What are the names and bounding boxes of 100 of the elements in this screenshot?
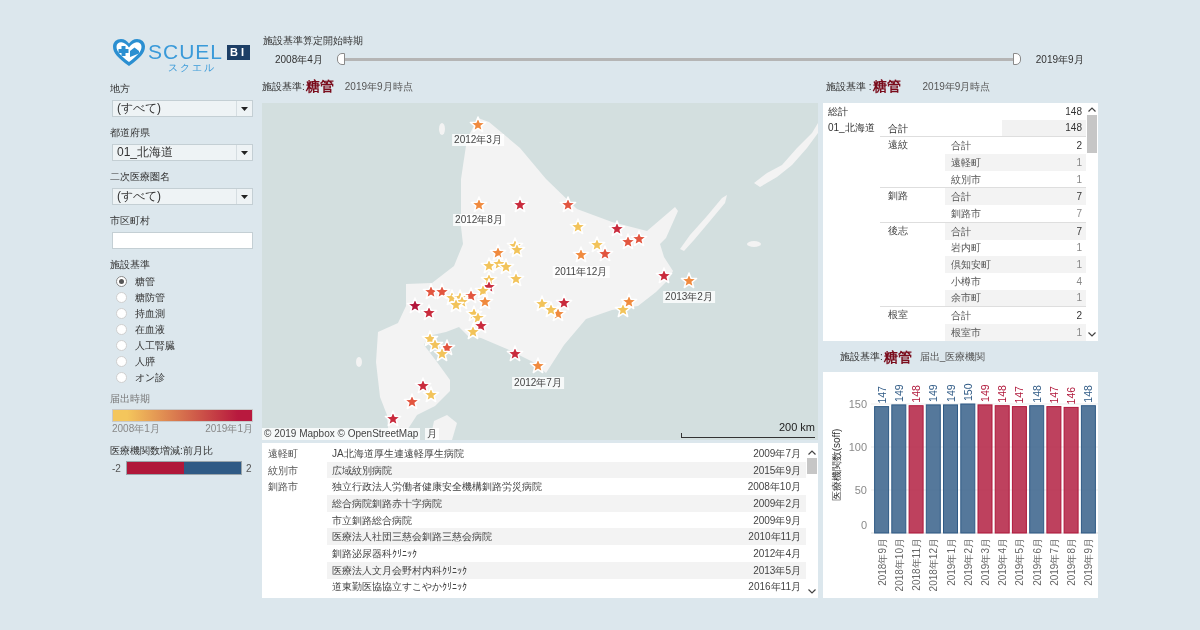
row-label-cell-text: 総計 [827, 104, 848, 119]
radio-option[interactable]: 持血測 [110, 305, 165, 321]
axis-category-label: 2019年5月 [1014, 538, 1026, 586]
radio-icon[interactable] [116, 355, 127, 367]
scrollbar-thumb[interactable] [807, 458, 817, 474]
map-date-label: 2012年8月 [453, 214, 505, 226]
bar-value-label: 149 [892, 384, 905, 402]
count-cell-text: 1 [1076, 258, 1082, 273]
axis-category-label: 2018年12月 [928, 538, 940, 592]
filter-label: 都道府県 [110, 126, 151, 140]
legend-title: 医療機関数増減:前月比 [110, 444, 214, 458]
bar-value-label: 150 [961, 383, 974, 401]
count-cell-text: 1 [1076, 172, 1082, 187]
radio-option[interactable]: 糖管 [110, 273, 155, 289]
slider-value-label: 2008年4月 [275, 52, 323, 67]
radio-option[interactable]: 人工腎臓 [110, 337, 175, 353]
city-cell-text: 釧路市 [267, 480, 299, 495]
radio-icon[interactable] [116, 307, 127, 319]
row-label-cell-text: 合計 [951, 190, 971, 205]
filter-label: 市区町村 [110, 214, 151, 228]
count-cell-text: 2 [1076, 309, 1082, 324]
bar-value-label: 147 [875, 386, 888, 404]
facility-name-cell-text: 釧路泌尿器科ｸﾘﾆｯｸ [332, 546, 417, 561]
axis-category-label: 2019年2月 [962, 538, 974, 586]
count-cell-text: 1 [1076, 155, 1082, 170]
header-value: 糖管 [872, 78, 901, 94]
radio-option[interactable]: 在血液 [110, 321, 165, 337]
count-cell-text: 7 [1076, 206, 1082, 221]
facility-name-cell-text: 広域紋別病院 [332, 463, 392, 478]
date-cell-text: 2015年9月 [753, 463, 801, 478]
row-label-cell-text: 岩内町 [951, 241, 981, 256]
bar-value-label: 148 [910, 385, 923, 403]
row-label-cell-text: 遠軽町 [951, 155, 981, 170]
row-label-cell-text: 合計 [951, 139, 971, 154]
radio-icon[interactable] [116, 323, 127, 335]
scrollbar-thumb[interactable] [1087, 115, 1097, 153]
scroll-up-icon[interactable] [808, 450, 816, 455]
axis-tick-label: 50 [854, 484, 867, 496]
dropdown[interactable]: 01_北海道 [112, 144, 253, 161]
header-note: 2019年9月時点 [344, 79, 413, 94]
count-cell: 148 [1002, 119, 1086, 137]
bar-value-label: 149 [927, 384, 940, 402]
date-cell-text: 2010年11月 [748, 530, 801, 545]
row-label-cell-text: 根室市 [951, 325, 981, 340]
axis-title: 医療機関数(soff) [831, 428, 842, 502]
count-cell-text: 4 [1076, 274, 1082, 289]
axis-category-label: 2019年6月 [1031, 538, 1043, 586]
logo-wordmark: SCUEL [148, 41, 224, 62]
caret-icon [241, 150, 248, 155]
header-label: 施設基準: [262, 79, 305, 94]
row-label-cell-text: 釧路 [887, 189, 909, 204]
axis-category-label: 2019年3月 [980, 538, 991, 586]
axis-category-label: 2019年7月 [1048, 538, 1060, 586]
text-input-field[interactable] [112, 232, 253, 249]
scroll-down-icon[interactable] [808, 589, 816, 594]
axis-tick-label: 150 [848, 398, 867, 410]
bar-value-label: 148 [1082, 385, 1095, 403]
date-cell-text: 2009年2月 [753, 496, 801, 511]
scroll-up-icon[interactable] [1088, 107, 1096, 112]
header-note: 届出_医療機関 [919, 350, 986, 364]
axis-tick-label: 0 [860, 519, 867, 531]
dropdown[interactable]: (すべて) [112, 100, 253, 117]
island-drawing [439, 123, 445, 135]
radio-option[interactable]: 糖防管 [110, 289, 165, 305]
scale-label: 200 km [778, 421, 815, 433]
radio-option[interactable]: オン診 [110, 369, 165, 385]
filter-label: 施設基準 [110, 258, 151, 272]
legend-label: 2 [246, 461, 252, 476]
scroll-down-icon[interactable] [1088, 332, 1096, 337]
row-label-cell-text: 根室 [887, 308, 909, 323]
row-label-cell-text: 釧路市 [951, 206, 981, 221]
island-drawing [356, 357, 362, 367]
bar-value-label: 146 [1065, 386, 1078, 405]
dropdown[interactable]: (すべて) [112, 188, 253, 205]
map-attribution: © 2019 Mapbox © OpenStreetMap [262, 428, 421, 440]
row-label-cell-text: 合計 [951, 309, 971, 324]
row-label-cell-text: 後志 [887, 223, 909, 238]
facility-name-cell-text: 市立釧路総合病院 [332, 513, 412, 528]
facility-name-cell-text: 医療法人社団三慈会釧路三慈会病院 [332, 530, 492, 545]
radio-icon[interactable] [116, 371, 127, 383]
radio-option[interactable]: 人膵 [110, 353, 155, 369]
range-slider-track[interactable] [336, 53, 1021, 65]
caret-icon [241, 106, 248, 111]
slider-handle[interactable] [336, 53, 345, 65]
legend-label: -2 [112, 461, 122, 476]
bar-value-label: 148 [996, 385, 1009, 403]
slider-title: 施設基準算定開始時期 [263, 34, 364, 48]
header-value: 糖管 [305, 78, 334, 94]
axis-category-label: 2019年9月 [1083, 538, 1095, 586]
date-cell-text: 2012年4月 [753, 546, 801, 561]
radio-icon[interactable] [116, 275, 127, 287]
map-date-label: 2012年7月 [512, 377, 564, 389]
slider-handle[interactable] [1012, 53, 1021, 65]
facility-name-cell-text: 独立行政法人労働者健康安全機構釧路労災病院 [332, 480, 542, 495]
row-label-cell-text: 紋別市 [951, 172, 981, 187]
count-cell-text: 2 [1076, 139, 1082, 154]
radio-icon[interactable] [116, 291, 127, 303]
radio-icon[interactable] [116, 339, 127, 351]
facility-name-cell-text: 総合病院釧路赤十字病院 [332, 496, 442, 511]
date-cell-text: 2009年7月 [753, 446, 801, 461]
